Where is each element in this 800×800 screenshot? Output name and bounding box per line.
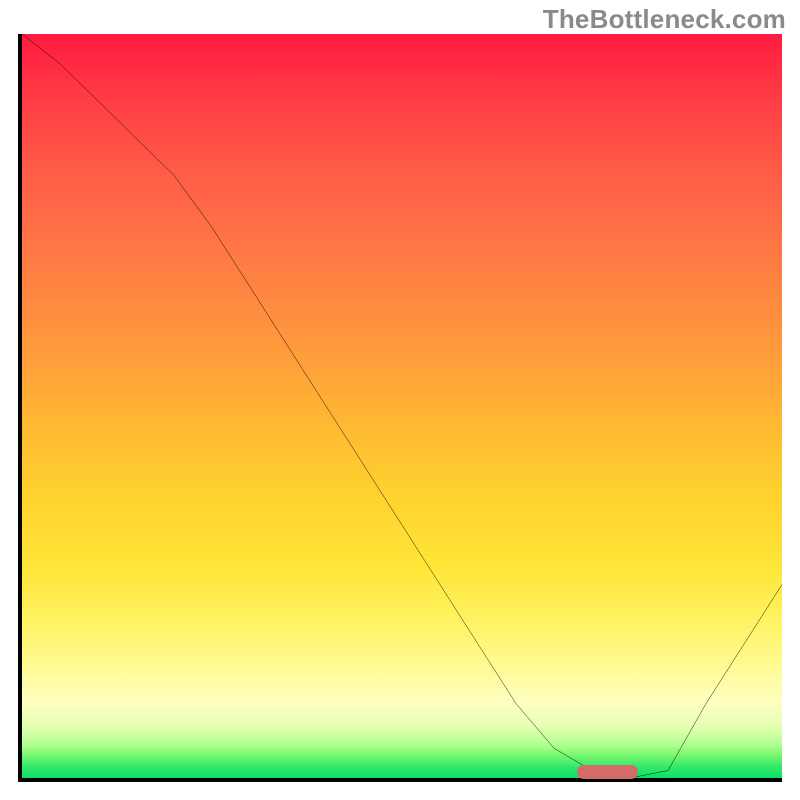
watermark-text: TheBottleneck.com	[543, 4, 786, 35]
plot-area	[18, 34, 782, 782]
chart-container: TheBottleneck.com	[0, 0, 800, 800]
optimal-region-marker	[577, 765, 638, 779]
bottleneck-curve	[22, 34, 782, 778]
